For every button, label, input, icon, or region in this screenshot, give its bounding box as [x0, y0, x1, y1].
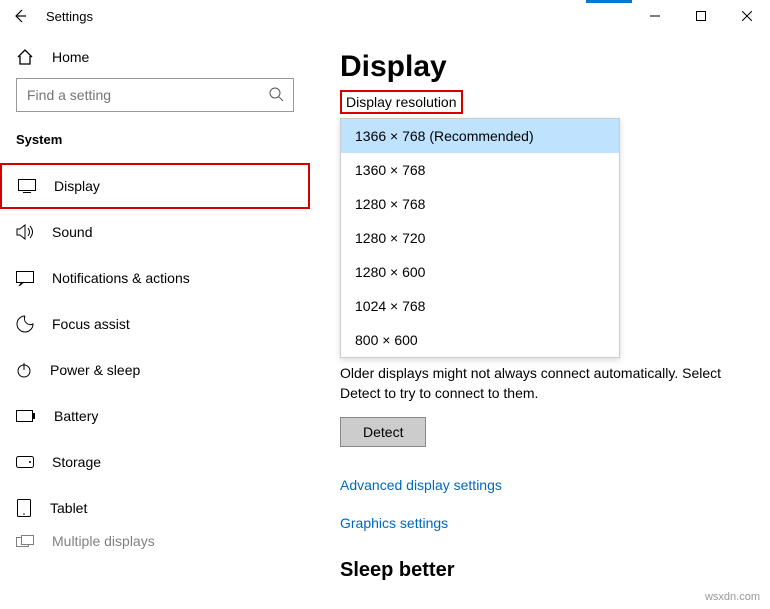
resolution-option[interactable]: 1024 × 768 [341, 289, 619, 323]
sidebar-item-label: Storage [52, 454, 101, 470]
back-button[interactable] [12, 8, 36, 24]
resolution-dropdown[interactable]: 1366 × 768 (Recommended) 1360 × 768 1280… [340, 118, 620, 358]
power-icon [16, 362, 32, 378]
sidebar-item-storage[interactable]: Storage [0, 439, 310, 485]
graphics-settings-link[interactable]: Graphics settings [340, 515, 740, 531]
main-content: Display Display resolution 1366 × 768 (R… [310, 32, 770, 609]
resolution-option[interactable]: 1280 × 600 [341, 255, 619, 289]
focus-icon [16, 315, 34, 333]
resolution-option[interactable]: 1280 × 768 [341, 187, 619, 221]
sidebar-item-multiple[interactable]: Multiple displays [0, 531, 310, 551]
sidebar-item-focus[interactable]: Focus assist [0, 301, 310, 347]
maximize-button[interactable] [678, 0, 724, 32]
sidebar-home[interactable]: Home [0, 40, 310, 78]
detect-button[interactable]: Detect [340, 417, 426, 447]
window-title: Settings [36, 9, 93, 24]
resolution-option[interactable]: 800 × 600 [341, 323, 619, 357]
resolution-option[interactable]: 1280 × 720 [341, 221, 619, 255]
sidebar-item-label: Notifications & actions [52, 270, 190, 286]
minimize-button[interactable] [632, 0, 678, 32]
resolution-label: Display resolution [340, 90, 463, 114]
storage-icon [16, 456, 34, 468]
resolution-option[interactable]: 1366 × 768 (Recommended) [341, 119, 619, 153]
search-input[interactable] [16, 78, 294, 112]
sleep-heading: Sleep better [340, 559, 740, 582]
watermark: wsxdn.com [705, 591, 760, 603]
sidebar-item-label: Multiple displays [52, 533, 155, 549]
close-button[interactable] [724, 0, 770, 32]
home-label: Home [52, 49, 89, 65]
older-displays-text: Older displays might not always connect … [340, 364, 740, 403]
sidebar-item-label: Display [54, 178, 100, 194]
sound-icon [16, 224, 34, 240]
resolution-option[interactable]: 1360 × 768 [341, 153, 619, 187]
notifications-icon [16, 271, 34, 286]
sidebar-item-label: Sound [52, 224, 92, 240]
home-icon [16, 48, 34, 66]
battery-icon [16, 410, 36, 422]
advanced-display-link[interactable]: Advanced display settings [340, 477, 740, 493]
display-icon [18, 179, 36, 193]
page-title: Display [340, 50, 740, 84]
sidebar-item-sound[interactable]: Sound [0, 209, 310, 255]
sidebar-item-notifications[interactable]: Notifications & actions [0, 255, 310, 301]
sidebar-item-display[interactable]: Display [0, 163, 310, 209]
sidebar-item-label: Battery [54, 408, 98, 424]
sidebar-item-power[interactable]: Power & sleep [0, 347, 310, 393]
search-icon [268, 86, 284, 102]
sidebar-item-label: Tablet [50, 500, 87, 516]
sidebar-section: System [0, 132, 310, 163]
sidebar-item-label: Focus assist [52, 316, 130, 332]
sidebar-item-label: Power & sleep [50, 362, 140, 378]
tablet-icon [16, 499, 32, 517]
sidebar-item-battery[interactable]: Battery [0, 393, 310, 439]
sidebar-item-tablet[interactable]: Tablet [0, 485, 310, 531]
multiple-icon [16, 535, 34, 547]
sidebar: Home System Display Sound Notifications … [0, 32, 310, 609]
